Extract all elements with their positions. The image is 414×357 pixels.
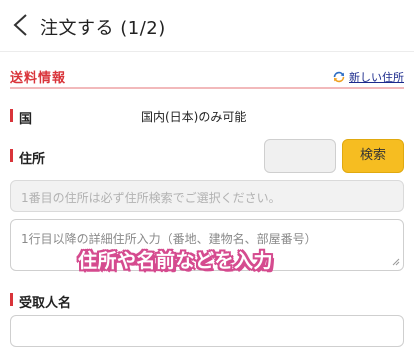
country-label: 国 (10, 108, 32, 127)
refresh-icon (333, 71, 345, 83)
address-search-button[interactable]: 検索 (342, 139, 404, 173)
new-address-label: 新しい住所 (349, 71, 404, 84)
address-line1-field[interactable]: 1番目の住所は必ず住所検索でご選択ください。 (10, 180, 404, 212)
postal-code-field[interactable] (264, 139, 336, 173)
resize-handle-icon[interactable] (392, 258, 400, 266)
new-address-link[interactable]: 新しい住所 (332, 69, 404, 85)
country-value: 国内(日本)のみ可能 (141, 110, 247, 124)
address-label: 住所 (10, 148, 45, 167)
section-divider (10, 87, 404, 89)
overlay-caption: 住所や名前などを入力 (78, 250, 274, 272)
section-title: 送料情報 (10, 71, 67, 86)
chevron-left-icon[interactable] (10, 12, 32, 38)
header-bar: 注文する (1/2) (0, 0, 414, 52)
recipient-name-field[interactable] (10, 315, 404, 347)
shipping-section-header: 送料情報 新しい住所 (0, 63, 414, 90)
recipient-label: 受取人名 (10, 292, 71, 311)
page-title: 注文する (1/2) (40, 18, 166, 39)
